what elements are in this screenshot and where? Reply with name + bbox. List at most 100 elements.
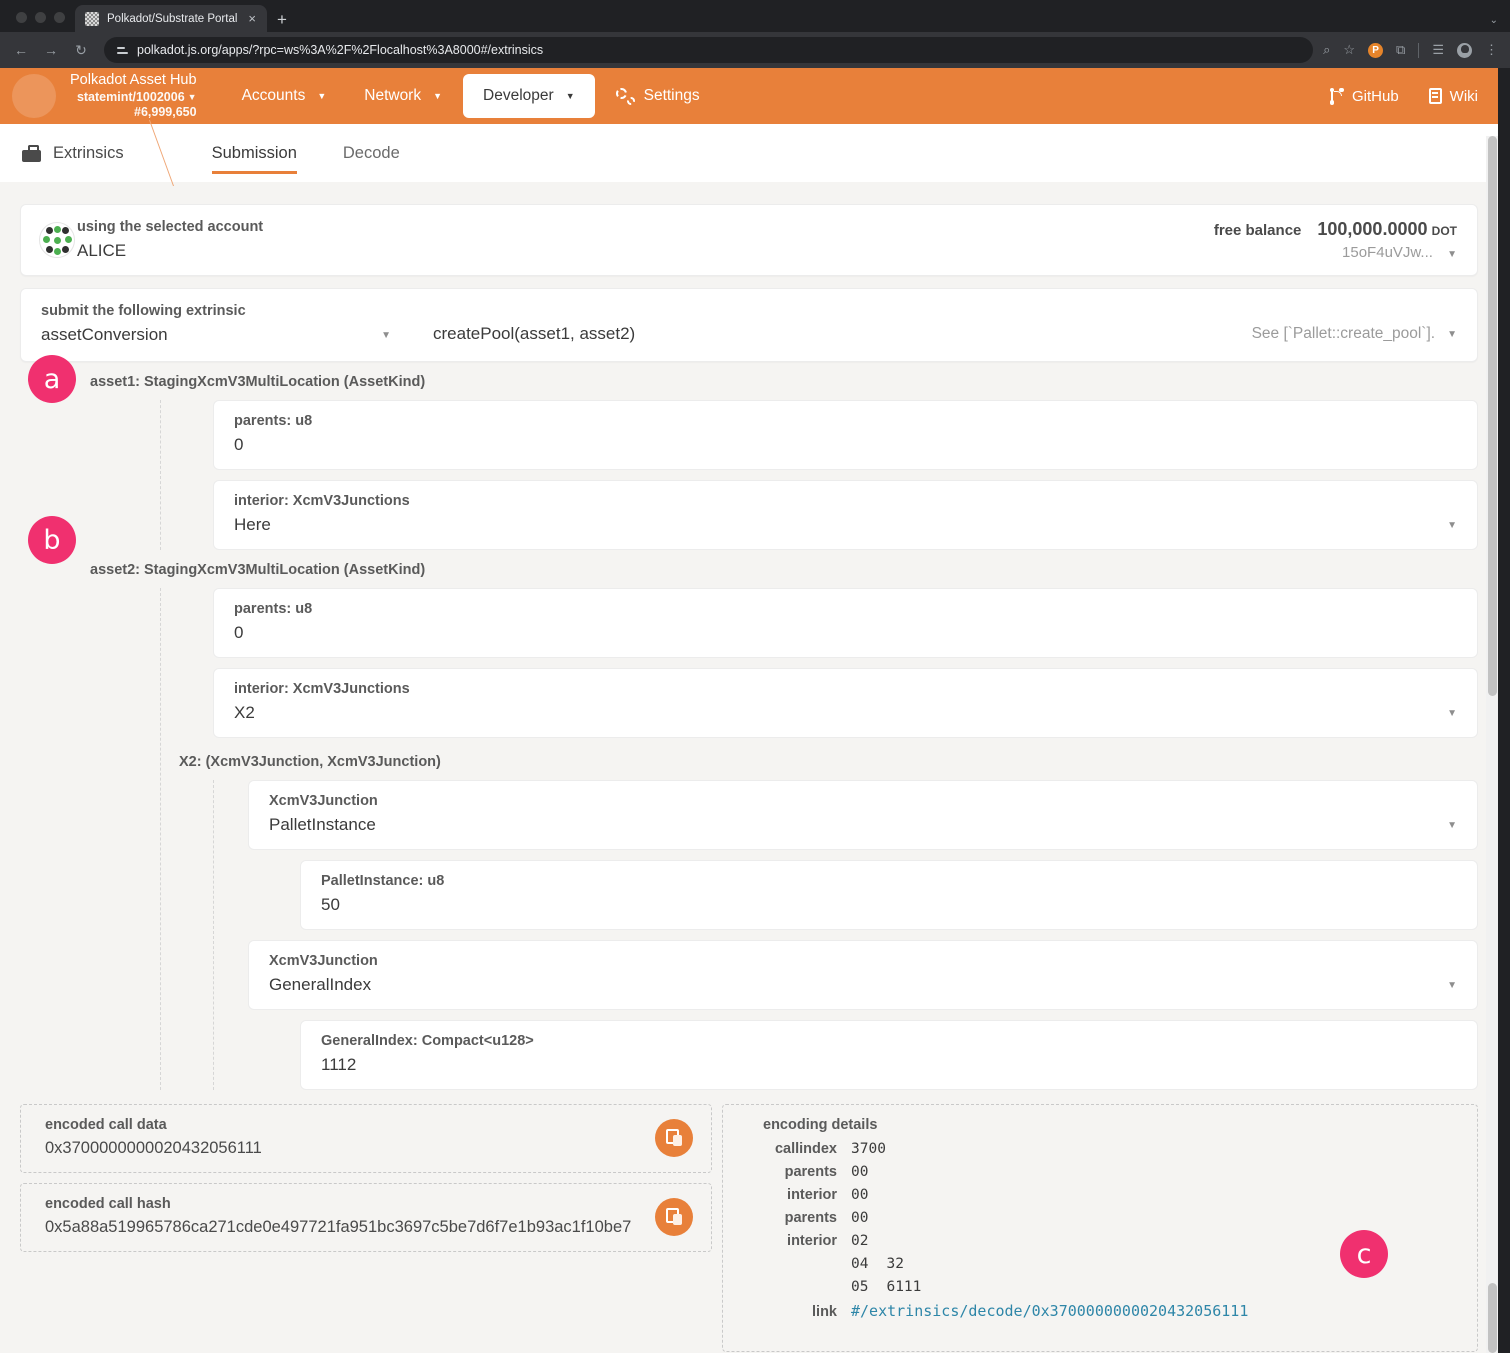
- row-key: parents: [741, 1164, 851, 1180]
- chevron-down-icon: ▼: [317, 91, 326, 101]
- menu-accounts[interactable]: Accounts ▼: [225, 76, 344, 116]
- pallet-select[interactable]: submit the following extrinsic assetConv…: [41, 303, 391, 345]
- chevron-down-icon[interactable]: ▼: [1447, 329, 1457, 340]
- zoom-icon[interactable]: ⌕: [1323, 42, 1330, 58]
- account-address[interactable]: 15oF4uVJw... ▼: [1214, 244, 1457, 261]
- field-value[interactable]: 50: [321, 895, 1457, 915]
- breadcrumb: Extrinsics: [0, 124, 150, 182]
- chevron-down-icon[interactable]: ▼: [381, 330, 391, 341]
- link-github[interactable]: GitHub: [1328, 80, 1401, 113]
- account-selector-row[interactable]: using the selected account ALICE free ba…: [20, 204, 1478, 276]
- header-links: GitHub Wiki: [1328, 80, 1480, 113]
- scrollbar-thumb-lower[interactable]: [1488, 1283, 1497, 1353]
- site-settings-icon[interactable]: [116, 44, 129, 57]
- field-parents[interactable]: parents: u8 0: [213, 588, 1478, 658]
- row-value: 05: [851, 1279, 868, 1295]
- close-window-button[interactable]: [16, 12, 27, 23]
- tab-decode[interactable]: Decode: [325, 124, 418, 182]
- extensions-puzzle-icon[interactable]: ⧉: [1396, 42, 1405, 58]
- encoded-call-data-label: encoded call data: [45, 1117, 262, 1133]
- balance-line: free balance100,000.0000 DOT: [1214, 219, 1457, 240]
- minimize-window-button[interactable]: [35, 12, 46, 23]
- method-select[interactable]: createPool(asset1, asset2): [433, 324, 635, 345]
- back-button[interactable]: ←: [8, 37, 34, 63]
- reading-list-icon[interactable]: ☰: [1432, 42, 1444, 58]
- window-traffic-lights[interactable]: [10, 12, 75, 32]
- field-value[interactable]: 0: [234, 623, 1457, 643]
- param-children: parents: u8 0 interior: XcmV3Junctions X…: [160, 588, 1478, 1090]
- balance-label: free balance: [1214, 222, 1302, 239]
- copy-call-hash-button[interactable]: [655, 1198, 693, 1236]
- chevron-down-icon[interactable]: ▼: [1447, 708, 1457, 723]
- copy-call-data-button[interactable]: [655, 1119, 693, 1157]
- chevron-down-icon[interactable]: ▼: [188, 92, 197, 103]
- reload-button[interactable]: ↻: [68, 37, 94, 63]
- row-value: 02: [851, 1233, 868, 1249]
- forward-button[interactable]: →: [38, 37, 64, 63]
- polkadot-extension-icon[interactable]: P: [1368, 43, 1383, 58]
- row-value: 00: [851, 1187, 868, 1203]
- row-key: interior: [741, 1187, 851, 1203]
- table-row-link: link #/extrinsics/decode/0x3700000000020…: [741, 1302, 1459, 1320]
- row-key: interior: [741, 1233, 851, 1249]
- field-junction[interactable]: XcmV3Junction GeneralIndex ▼: [248, 940, 1478, 1010]
- annotation-marker-a: a: [28, 355, 76, 403]
- chain-logo-icon: [12, 74, 56, 118]
- menu-developer-label: Developer: [483, 87, 554, 105]
- link-wiki-label: Wiki: [1450, 88, 1478, 105]
- field-parents[interactable]: parents: u8 0: [213, 400, 1478, 470]
- bookmark-star-icon[interactable]: ☆: [1343, 42, 1355, 58]
- encoded-call-data-panel: encoded call data 0x37000000000204320561…: [20, 1104, 712, 1173]
- chevron-down-icon[interactable]: ▼: [1447, 820, 1457, 835]
- omnibox-actions: ⌕ ☆ P ⧉ ☰ ⋮: [1323, 42, 1502, 58]
- menu-network[interactable]: Network ▼: [347, 76, 459, 116]
- field-value[interactable]: 0: [234, 435, 1457, 455]
- field-interior[interactable]: interior: XcmV3Junctions X2 ▼: [213, 668, 1478, 738]
- menu-developer[interactable]: Developer ▼: [463, 74, 595, 118]
- field-junction[interactable]: XcmV3Junction PalletInstance ▼: [248, 780, 1478, 850]
- tab-submission-label: Submission: [212, 144, 297, 163]
- chevron-down-icon[interactable]: ▼: [1447, 249, 1457, 260]
- annotation-marker-c: c: [1340, 1230, 1388, 1278]
- browser-tab[interactable]: Polkadot/Substrate Portal ×: [75, 5, 267, 32]
- chain-selector[interactable]: Polkadot Asset Hub statemint/1002006▼ #6…: [70, 72, 197, 120]
- extrinsics-icon: [22, 145, 41, 162]
- encoding-details-title: encoding details: [741, 1117, 1459, 1133]
- extrinsic-doc-text: See [`Pallet::create_pool`].: [1252, 325, 1436, 343]
- browser-window: Polkadot/Substrate Portal × + ⌄ ← → ↻ po…: [0, 0, 1510, 1353]
- maximize-window-button[interactable]: [54, 12, 65, 23]
- tab-submission[interactable]: Submission: [194, 124, 315, 182]
- close-tab-icon[interactable]: ×: [245, 12, 259, 25]
- extrinsic-doc[interactable]: See [`Pallet::create_pool`]. ▼: [1252, 325, 1457, 345]
- encoding-section: encoded call data 0x37000000000204320561…: [20, 1104, 1478, 1352]
- copy-icon: [666, 1129, 682, 1146]
- new-tab-button[interactable]: +: [277, 11, 287, 28]
- menu-settings-label: Settings: [644, 87, 700, 105]
- chevron-down-icon[interactable]: ▼: [1447, 980, 1457, 995]
- field-value: X2: [234, 703, 1447, 723]
- section-navigation: Extrinsics Submission Decode: [0, 124, 1498, 182]
- field-label: XcmV3Junction: [269, 793, 1447, 809]
- decode-link[interactable]: #/extrinsics/decode/0x370000000002043205…: [851, 1302, 1248, 1320]
- page-scrollbar[interactable]: [1486, 136, 1498, 1353]
- field-general-index[interactable]: GeneralIndex: Compact<u128> 1112: [300, 1020, 1478, 1090]
- profile-avatar-icon[interactable]: [1457, 43, 1472, 58]
- chevron-down-icon[interactable]: ▼: [1447, 520, 1457, 535]
- url-input[interactable]: polkadot.js.org/apps/?rpc=ws%3A%2F%2Floc…: [104, 37, 1313, 63]
- scrollbar-thumb[interactable]: [1488, 136, 1497, 696]
- browser-menu-icon[interactable]: ⋮: [1485, 42, 1498, 58]
- account-identicon-icon: [39, 222, 75, 258]
- pallet-value: assetConversion: [41, 325, 168, 345]
- field-label: PalletInstance: u8: [321, 873, 1457, 889]
- extrinsic-selector-row[interactable]: submit the following extrinsic assetConv…: [20, 288, 1478, 362]
- breadcrumb-label: Extrinsics: [53, 144, 124, 163]
- account-field[interactable]: using the selected account ALICE: [77, 219, 263, 261]
- field-pallet-instance[interactable]: PalletInstance: u8 50: [300, 860, 1478, 930]
- link-wiki[interactable]: Wiki: [1427, 80, 1480, 113]
- account-address-text: 15oF4uVJw...: [1342, 244, 1433, 261]
- field-value: PalletInstance: [269, 815, 1447, 835]
- menu-settings[interactable]: Settings: [599, 76, 717, 116]
- chevron-down-icon[interactable]: ⌄: [1490, 15, 1498, 26]
- field-value[interactable]: 1112: [321, 1055, 1457, 1075]
- field-interior[interactable]: interior: XcmV3Junctions Here ▼: [213, 480, 1478, 550]
